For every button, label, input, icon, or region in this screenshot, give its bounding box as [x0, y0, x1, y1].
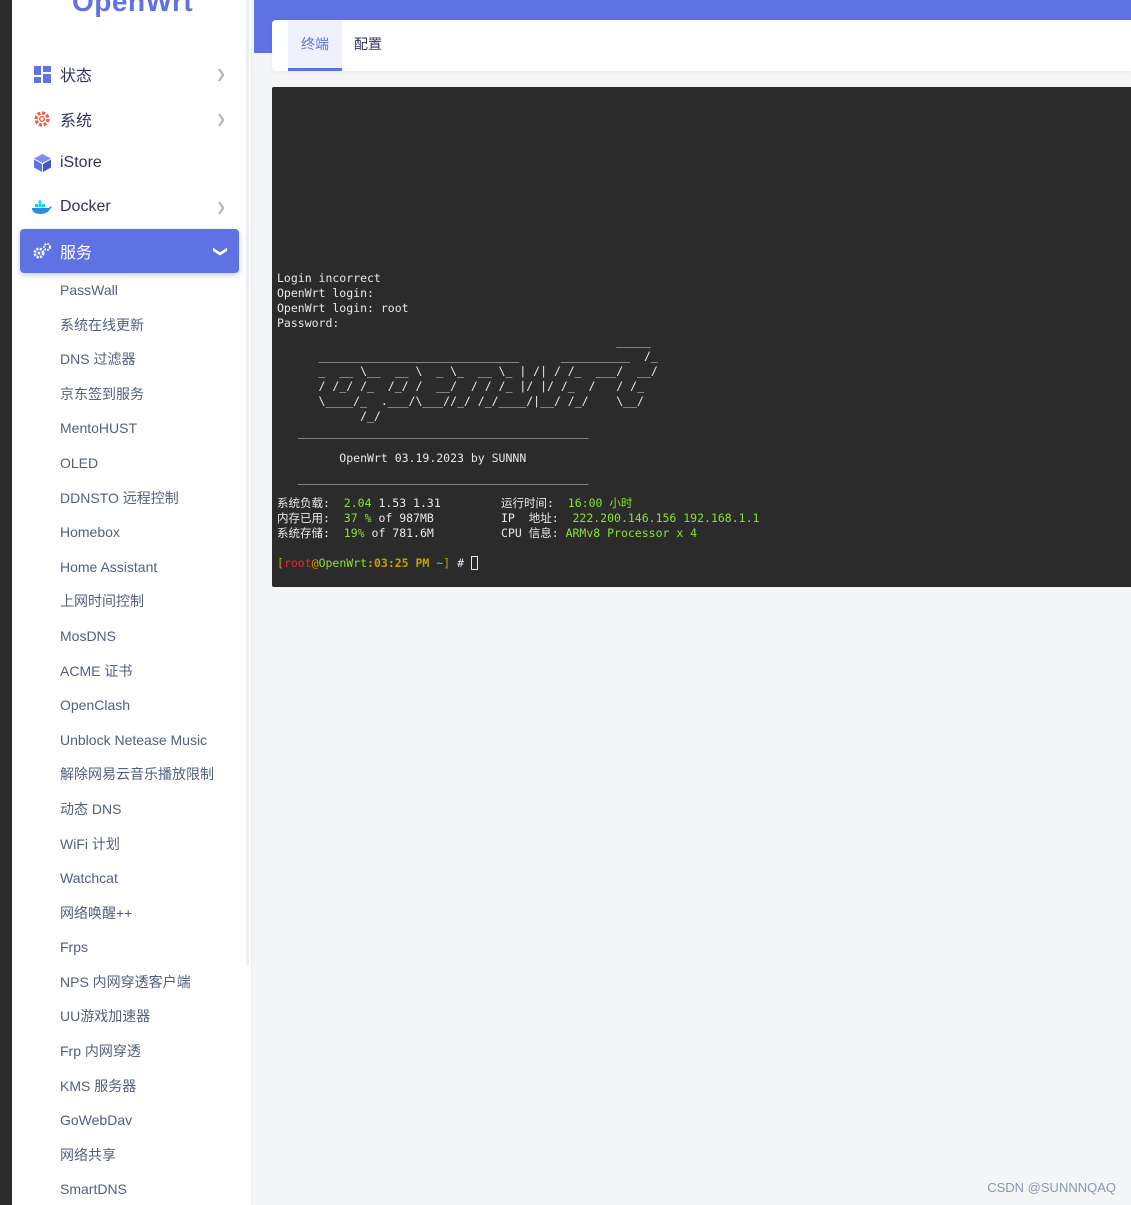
menu-item-label: 状态 [60, 68, 93, 85]
submenu-item[interactable]: MentoHUST [60, 411, 214, 446]
submenu-item[interactable]: Home Assistant [60, 550, 214, 585]
prompt-bracket: ] [443, 556, 451, 570]
chevron-down-icon: ❯ [213, 245, 230, 257]
submenu-item[interactable]: 解除网易云音乐播放限制 [60, 757, 214, 792]
submenu-item[interactable]: 网络共享 [60, 1138, 214, 1173]
stat-mem: 内存已用: 37 % of 987MB [277, 511, 434, 526]
stat-label: 运行时间: [501, 496, 554, 510]
ascii-art-line: \____/_ .___/\___//_/ /_/____/|__/ /_/ \… [277, 394, 644, 408]
services-submenu: PassWall 系统在线更新 DNS 过滤器 京东签到服务 MentoHUST… [60, 273, 214, 1205]
stat-label: 系统负载: [277, 496, 330, 510]
submenu-item[interactable]: 京东签到服务 [60, 377, 214, 412]
stat-label: 内存已用: [277, 511, 330, 525]
menu-item-docker[interactable]: Docker ❯ [20, 185, 239, 229]
submenu-item[interactable]: 上网时间控制 [60, 584, 214, 619]
stat-value: 222.200.146.156 192.168.1.1 [572, 511, 760, 525]
cogs-icon [32, 241, 52, 261]
submenu-item[interactable]: SmartDNS [60, 1172, 214, 1205]
watermark: CSDN @SUNNNQAQ [987, 1180, 1116, 1195]
submenu-item[interactable]: DNS 过滤器 [60, 342, 214, 377]
submenu-item[interactable]: UU游戏加速器 [60, 999, 214, 1034]
prompt-bracket: [ [277, 556, 284, 570]
menu-item-status[interactable]: 状态 ❯ [20, 52, 239, 96]
menu-item-label: 服务 [60, 245, 93, 262]
chevron-right-icon: ❯ [215, 67, 227, 81]
prompt-symbol: # [457, 556, 465, 570]
menu-item-label: iStore [60, 154, 102, 171]
submenu-item[interactable]: WiFi 计划 [60, 827, 214, 862]
stat-value: ARMv8 Processor x 4 [565, 526, 698, 540]
stat-label: IP 地址: [501, 511, 559, 525]
dashboard-icon [32, 64, 52, 84]
submenu-item[interactable]: 网络唤醒++ [60, 896, 214, 931]
stat-rest: of 781.6M [371, 526, 434, 540]
menu-item-label: Docker [60, 198, 111, 215]
submenu-item[interactable]: DDNSTO 远程控制 [60, 481, 214, 516]
submenu-item[interactable]: KMS 服务器 [60, 1069, 214, 1104]
submenu-item[interactable]: NPS 内网穿透客户端 [60, 965, 214, 1000]
submenu-item[interactable]: ACME 证书 [60, 654, 214, 689]
tab-terminal[interactable]: 终端 [288, 20, 342, 71]
ascii-art-line: / /_/ /_ /_/ / __/ / / /_ |/ |/ /_ / / /… [277, 379, 644, 393]
stat-label: 系统存储: [277, 526, 330, 540]
stat-load: 系统负载: 2.04 1.53 1.31 [277, 496, 441, 511]
submenu-item[interactable]: MosDNS [60, 619, 214, 654]
terminal-line: OpenWrt login: [277, 286, 374, 300]
submenu-item[interactable]: PassWall [60, 273, 214, 308]
menu-item-services[interactable]: 服务 ❯ [20, 229, 239, 273]
submenu-item[interactable]: Homebox [60, 515, 214, 550]
stat-label: CPU 信息: [501, 526, 559, 540]
prompt-host: OpenWrt [318, 556, 368, 570]
tab-bar: 终端 配置 [272, 20, 1131, 71]
docker-whale-icon [32, 197, 52, 217]
window-edge [0, 0, 12, 1205]
terminal-cursor[interactable] [470, 556, 478, 570]
submenu-item[interactable]: OpenClash [60, 688, 214, 723]
stat-highlight: 19% [343, 526, 365, 540]
chevron-right-icon: ❯ [215, 200, 227, 214]
ascii-art-line: _____________________________ __________… [277, 349, 658, 363]
stat-uptime: 运行时间: 16:00 小时 [501, 496, 632, 511]
openwrt-logo[interactable]: OpenWrt [72, 0, 193, 18]
ascii-art-line: _____ [277, 334, 651, 348]
chevron-right-icon: ❯ [215, 112, 227, 126]
version-line: OpenWrt 03.19.2023 by SUNNN [277, 451, 527, 465]
submenu-item[interactable]: 动态 DNS [60, 792, 214, 827]
menu-item-label: 系统 [60, 113, 93, 130]
stat-cpu: CPU 信息: ARMv8 Processor x 4 [501, 526, 697, 541]
terminal-line: OpenWrt login: root [277, 301, 409, 315]
separator-line: ________________________________________… [277, 471, 589, 485]
submenu-item[interactable]: 系统在线更新 [60, 308, 214, 343]
menu-item-istore[interactable]: iStore [20, 141, 239, 185]
terminal-line: Password: [277, 316, 340, 330]
ascii-art-line: _ __ \__ __ \ _ \_ __ \_ | /| / /_ ___/ … [277, 364, 658, 378]
submenu-item[interactable]: Frp 内网穿透 [60, 1034, 214, 1069]
stat-highlight: 37 % [343, 511, 372, 525]
prompt-time: :03:25 PM [367, 556, 430, 570]
submenu-item[interactable]: GoWebDav [60, 1103, 214, 1138]
sidebar: OpenWrt 状态 ❯ 系统 ❯ iStore Docker ❯ 服务 ❯ P… [12, 0, 252, 1205]
stat-highlight: 2.04 [343, 496, 372, 510]
prompt-at: @ [311, 556, 319, 570]
stat-rest: of 987MB [378, 511, 434, 525]
stat-value: 16:00 小时 [567, 496, 633, 510]
terminal-panel[interactable]: Login incorrect OpenWrt login: OpenWrt l… [272, 87, 1131, 587]
gear-icon [32, 109, 52, 129]
cube-icon [32, 153, 52, 173]
stat-rest: 1.53 1.31 [378, 496, 441, 510]
menu-item-system[interactable]: 系统 ❯ [20, 97, 239, 141]
terminal-line: Login incorrect [277, 271, 381, 285]
sidebar-scrollbar[interactable] [246, 0, 249, 965]
stat-disk: 系统存储: 19% of 781.6M [277, 526, 434, 541]
submenu-item[interactable]: Frps [60, 930, 214, 965]
submenu-item[interactable]: Unblock Netease Music [60, 723, 214, 758]
tab-config[interactable]: 配置 [352, 20, 384, 71]
stat-ip: IP 地址: 222.200.146.156 192.168.1.1 [501, 511, 759, 526]
separator-line: ________________________________________… [277, 425, 589, 439]
ascii-art-line: /_/ [277, 409, 381, 423]
prompt-user: root [283, 556, 312, 570]
submenu-item[interactable]: Watchcat [60, 861, 214, 896]
submenu-item[interactable]: OLED [60, 446, 214, 481]
shell-prompt[interactable]: [root@OpenWrt:03:25 PM ~] # [277, 556, 478, 571]
